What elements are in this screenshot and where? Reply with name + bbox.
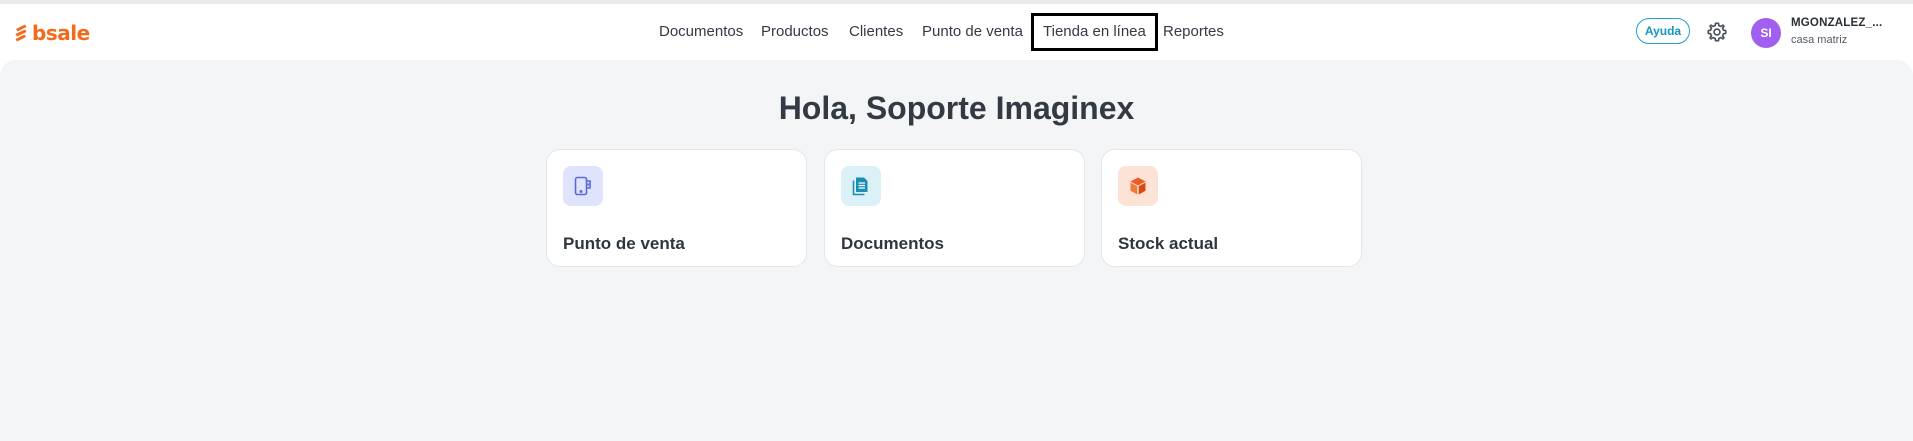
page-title: Hola, Soporte Imaginex: [778, 90, 1135, 126]
gear-icon[interactable]: [1706, 21, 1728, 43]
main-nav: Documentos Productos Clientes Punto de v…: [0, 4, 1913, 60]
nav-tienda-en-linea[interactable]: Tienda en línea: [1031, 13, 1158, 51]
top-navbar: bsale Documentos Productos Clientes Punt…: [0, 4, 1913, 60]
user-name[interactable]: MGONZALEZ_...: [1791, 17, 1882, 29]
tablet-icon: [574, 176, 591, 196]
card-label: Documentos: [841, 234, 944, 253]
nav-reportes[interactable]: Reportes: [1163, 22, 1224, 42]
card-icon-bg: [563, 166, 603, 206]
card-stock-actual[interactable]: Stock actual: [1101, 149, 1362, 267]
main-content: Hola, Soporte Imaginex Punto de venta Do…: [0, 60, 1913, 441]
card-label: Punto de venta: [563, 234, 685, 253]
user-branch: casa matriz: [1791, 34, 1848, 46]
card-documentos[interactable]: Documentos: [824, 149, 1085, 267]
card-punto-de-venta[interactable]: Punto de venta: [546, 149, 807, 267]
nav-punto-de-venta[interactable]: Punto de venta: [922, 22, 1023, 42]
nav-documentos[interactable]: Documentos: [659, 22, 743, 42]
help-button[interactable]: Ayuda: [1636, 18, 1690, 44]
card-icon-bg: [1118, 166, 1158, 206]
nav-productos[interactable]: Productos: [761, 22, 829, 42]
document-icon: [852, 177, 868, 196]
card-label: Stock actual: [1118, 234, 1219, 253]
nav-clientes[interactable]: Clientes: [849, 22, 903, 42]
user-avatar[interactable]: SI: [1751, 18, 1781, 48]
card-icon-bg: [841, 166, 881, 206]
box-icon: [1130, 177, 1146, 195]
